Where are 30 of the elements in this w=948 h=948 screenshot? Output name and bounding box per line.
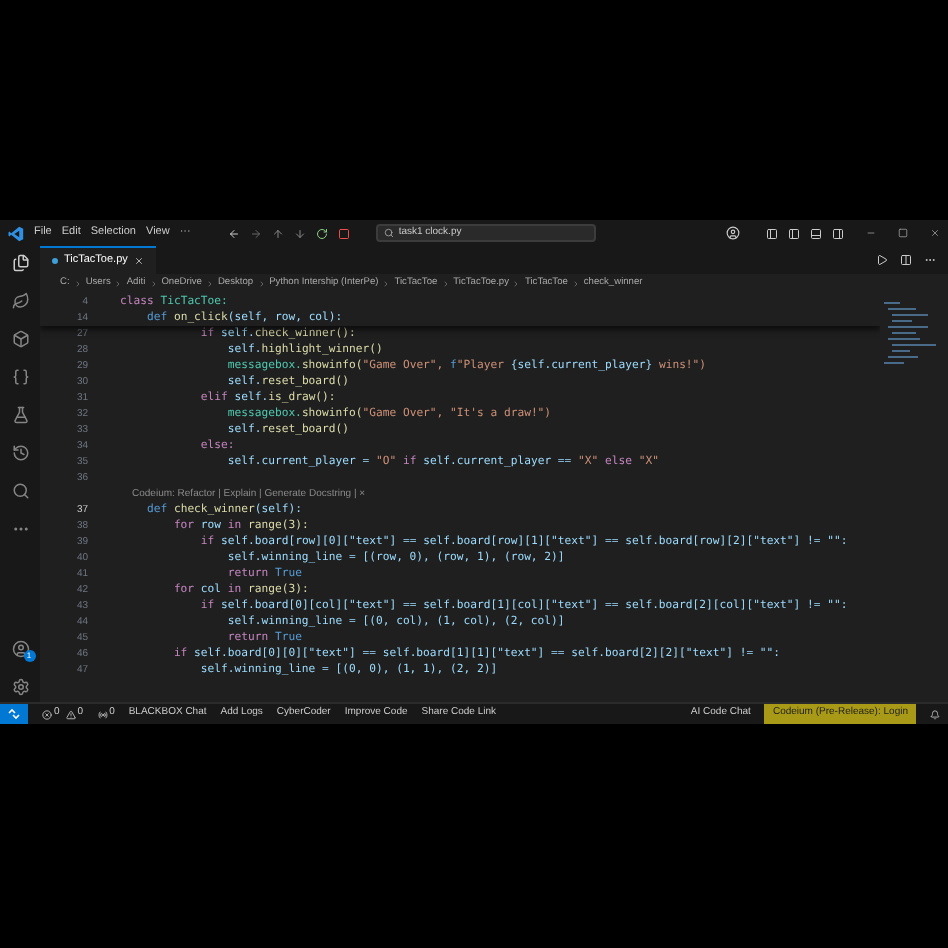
layout-icon[interactable] <box>766 227 778 239</box>
stop-icon[interactable] <box>338 227 351 239</box>
error-icon <box>42 709 52 719</box>
history-icon[interactable] <box>11 444 29 462</box>
search-icon <box>384 228 395 238</box>
secondary-sidebar-icon[interactable] <box>832 227 844 239</box>
search-icon[interactable] <box>11 482 29 500</box>
box-icon[interactable] <box>11 330 29 348</box>
settings-icon[interactable] <box>11 678 29 696</box>
leaf-icon[interactable] <box>11 292 29 310</box>
braces-icon[interactable] <box>11 368 29 386</box>
remote-button[interactable] <box>0 704 28 724</box>
flask-icon[interactable] <box>11 406 29 424</box>
arrow-down-icon[interactable] <box>294 227 307 239</box>
back-icon[interactable] <box>228 227 241 239</box>
maximize-icon[interactable] <box>898 228 908 238</box>
app-logo-icon <box>8 225 24 241</box>
restart-icon[interactable] <box>316 227 329 239</box>
split-editor-icon[interactable] <box>900 254 912 266</box>
notifications-icon[interactable] <box>930 709 940 719</box>
python-file-icon <box>52 258 58 264</box>
run-icon[interactable] <box>876 254 888 266</box>
files-icon[interactable] <box>11 254 29 272</box>
sidebar-toggle-icon[interactable] <box>788 227 800 239</box>
broadcast-icon <box>97 709 108 719</box>
panel-toggle-icon[interactable] <box>810 227 822 239</box>
account-icon[interactable] <box>11 640 29 658</box>
warning-icon <box>65 709 76 719</box>
arrow-up-icon[interactable] <box>272 227 285 239</box>
remote-icon <box>8 708 20 720</box>
